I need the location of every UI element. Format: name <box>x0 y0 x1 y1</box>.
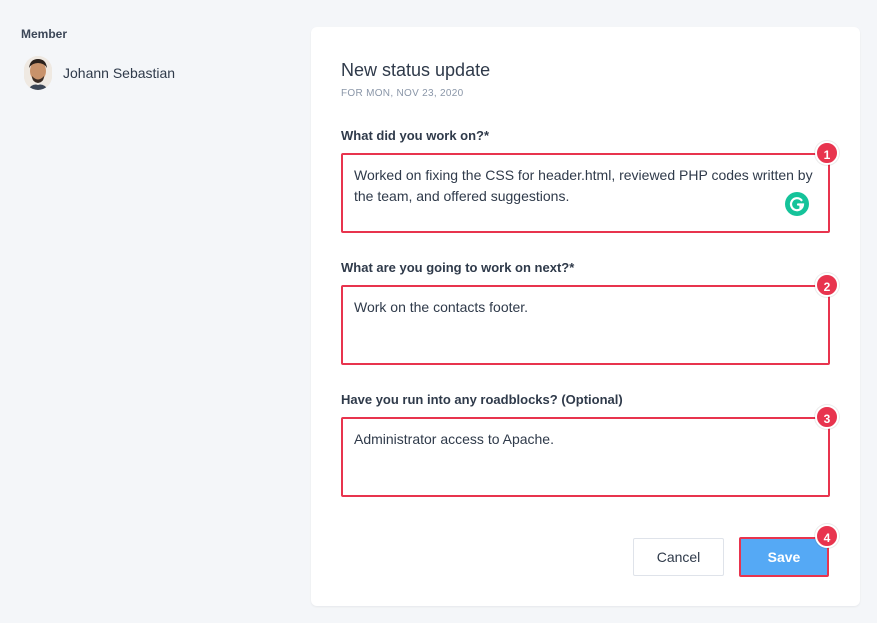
annotation-badge-4: 4 <box>815 524 839 548</box>
work-next-text: Work on the contacts footer. <box>354 299 529 315</box>
worked-on-text: Worked on fixing the CSS for header.html… <box>354 167 813 204</box>
page-title: New status update <box>341 60 491 80</box>
worked-on-label: What did you work on?* <box>341 128 490 143</box>
member-item[interactable]: Johann Sebastian <box>24 56 175 90</box>
annotation-badge-1: 1 <box>815 141 839 165</box>
avatar <box>24 56 52 90</box>
status-update-card: New status update FOR MON, NOV 23, 2020 … <box>311 27 860 606</box>
roadblocks-textarea[interactable]: Administrator access to Apache. <box>341 417 830 497</box>
worked-on-textarea[interactable]: Worked on fixing the CSS for header.html… <box>341 153 830 233</box>
roadblocks-label: Have you run into any roadblocks? (Optio… <box>341 392 623 407</box>
roadblocks-text: Administrator access to Apache. <box>354 431 554 447</box>
work-next-textarea[interactable]: Work on the contacts footer. <box>341 285 830 365</box>
annotation-badge-3: 3 <box>815 405 839 429</box>
date-subtitle: FOR MON, NOV 23, 2020 <box>341 88 464 99</box>
cancel-button[interactable]: Cancel <box>633 538 724 576</box>
member-name: Johann Sebastian <box>63 65 176 81</box>
annotation-badge-2: 2 <box>815 273 839 297</box>
grammarly-icon[interactable] <box>785 192 809 216</box>
member-heading: Member <box>21 27 68 41</box>
work-next-label: What are you going to work on next?* <box>341 260 575 275</box>
save-button[interactable]: Save <box>739 537 829 577</box>
sidebar: Member Johann Sebastian <box>0 0 300 623</box>
